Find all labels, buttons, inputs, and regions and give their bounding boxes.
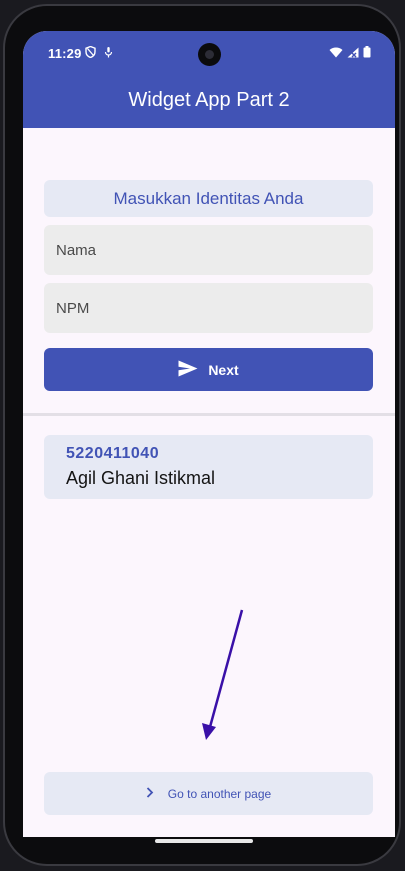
app-title: Widget App Part 2	[128, 89, 290, 111]
download-icon	[104, 46, 113, 61]
go-to-another-page-label: Go to another page	[167, 786, 272, 801]
nama-placeholder: Nama	[56, 241, 97, 259]
nama-input[interactable]: Nama	[44, 225, 373, 275]
identity-npm: 5220411040	[66, 445, 160, 462]
next-button-label: Next	[208, 361, 239, 378]
gesture-nav-bar[interactable]	[155, 839, 253, 843]
status-time: 11:29	[48, 46, 82, 61]
next-button[interactable]: Next	[44, 348, 373, 391]
shield-icon	[85, 45, 96, 61]
signal-icon	[347, 46, 359, 61]
wifi-icon	[329, 46, 343, 61]
chevron-right-icon	[146, 786, 154, 801]
npm-placeholder: NPM	[56, 299, 90, 317]
phone-screen: 11:29 Widget App Part 2 Masukkan Identit…	[23, 31, 395, 837]
npm-input[interactable]: NPM	[44, 283, 373, 333]
annotation-arrow	[202, 609, 244, 740]
phone-frame: 11:29 Widget App Part 2 Masukkan Identit…	[3, 4, 401, 866]
app-bar: 11:29 Widget App Part 2	[23, 31, 395, 128]
status-bar: 11:29	[23, 31, 395, 77]
send-icon	[178, 360, 198, 380]
identity-card: 5220411040 Agil Ghani Istikmal	[44, 435, 373, 499]
status-left-icons	[85, 45, 113, 61]
go-to-another-page-button[interactable]: Go to another page	[44, 772, 373, 815]
form-header: Masukkan Identitas Anda	[44, 180, 373, 217]
identity-name: Agil Ghani Istikmal	[66, 468, 216, 488]
status-right-icons	[329, 46, 371, 61]
battery-icon	[363, 46, 371, 61]
front-camera	[198, 43, 221, 66]
section-divider	[23, 413, 395, 416]
